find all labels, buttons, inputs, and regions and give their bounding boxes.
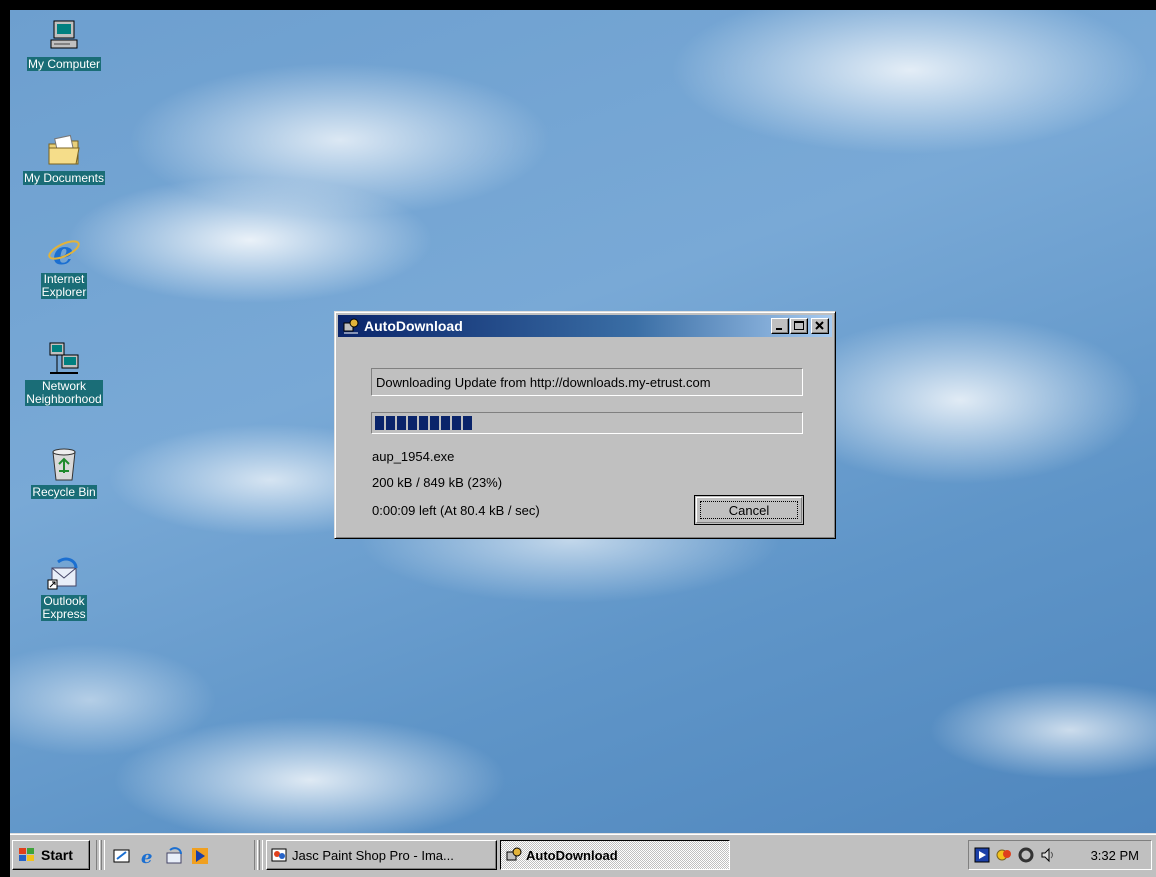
label-line: Neighborhood	[26, 392, 102, 406]
desktop-icon-label: Outlook Express	[41, 594, 87, 621]
autodownload-dialog: AutoDownload Downloading Update from htt…	[334, 311, 836, 539]
desktop-icon-my-computer[interactable]: My Computer	[10, 18, 118, 71]
progress-block	[452, 416, 461, 430]
tray-app-icon[interactable]	[973, 846, 991, 864]
tray-network-icon[interactable]	[995, 846, 1013, 864]
taskbar-separator	[259, 840, 263, 870]
task-label: Jasc Paint Shop Pro - Ima...	[292, 847, 454, 863]
dialog-title: AutoDownload	[364, 318, 463, 334]
desktop-icon-my-documents[interactable]: My Documents	[10, 132, 118, 185]
taskbar-task-paint-shop-pro[interactable]: Jasc Paint Shop Pro - Ima...	[266, 840, 497, 870]
autodownload-app-icon	[343, 318, 359, 334]
maximize-icon	[794, 321, 804, 330]
desktop-icon-network-neighborhood[interactable]: Network Neighborhood	[10, 341, 118, 406]
download-time-left: 0:00:09 left (At 80.4 kB / sec)	[372, 503, 540, 518]
desktop-icon-recycle-bin[interactable]: Recycle Bin	[10, 446, 118, 499]
minimize-icon	[776, 328, 782, 330]
label-line: Outlook	[43, 594, 85, 608]
tray-sync-icon[interactable]	[1017, 846, 1035, 864]
task-label: AutoDownload	[526, 847, 618, 863]
start-button[interactable]: Start	[12, 840, 90, 870]
autodownload-app-icon	[506, 847, 522, 861]
download-filename: aup_1954.exe	[372, 449, 455, 464]
minimize-button[interactable]	[771, 318, 789, 334]
label-line: Explorer	[41, 285, 87, 299]
progress-block	[441, 416, 450, 430]
progress-block	[419, 416, 428, 430]
label-line: Express	[42, 607, 86, 621]
progress-block	[463, 416, 472, 430]
close-icon	[815, 321, 824, 330]
system-tray: 3:32 PM	[968, 840, 1152, 870]
my-computer-icon	[50, 20, 78, 49]
windows-logo-icon	[19, 848, 34, 861]
system-clock: 3:32 PM	[1090, 847, 1139, 863]
media-player-icon[interactable]	[190, 846, 210, 866]
dialog-title-bar[interactable]: AutoDownload	[338, 315, 832, 337]
internet-explorer-icon[interactable]: e	[138, 846, 158, 866]
desktop-icon-label: My Computer	[26, 57, 102, 71]
desktop-icon-outlook-express[interactable]: Outlook Express	[10, 556, 118, 621]
maximize-button[interactable]	[790, 318, 808, 334]
progress-fill	[375, 416, 799, 430]
taskbar-task-autodownload[interactable]: AutoDownload	[500, 840, 730, 870]
desktop-icon-label: My Documents	[22, 171, 106, 185]
network-neighborhood-icon	[49, 342, 79, 374]
taskbar-separator	[101, 840, 105, 870]
progress-block	[430, 416, 439, 430]
desktop-icon-label: Recycle Bin	[31, 485, 97, 499]
my-documents-icon	[48, 134, 80, 165]
progress-block	[408, 416, 417, 430]
volume-icon[interactable]	[1039, 846, 1057, 864]
internet-explorer-icon: e	[48, 234, 80, 270]
outlook-express-icon[interactable]	[164, 846, 184, 866]
download-progress-bar	[371, 412, 803, 434]
desktop-icon-internet-explorer[interactable]: e Internet Explorer	[10, 234, 118, 299]
download-size-progress: 200 kB / 849 kB (23%)	[372, 475, 503, 490]
svg-text:e: e	[141, 847, 152, 866]
taskbar-separator	[96, 840, 100, 870]
taskbar: Start e Jasc Paint Shop Pro - Ima... Aut…	[10, 833, 1156, 877]
download-status-field: Downloading Update from http://downloads…	[371, 368, 803, 396]
label-line: Network	[41, 379, 86, 393]
svg-text:e: e	[53, 234, 73, 270]
progress-block	[386, 416, 395, 430]
close-button[interactable]	[811, 318, 829, 334]
window-controls	[770, 318, 829, 334]
desktop-icon-label: Internet Explorer	[40, 272, 88, 299]
outlook-express-icon	[47, 557, 78, 590]
paint-shop-pro-icon	[271, 848, 287, 862]
label-line: Internet	[43, 272, 85, 286]
start-label: Start	[41, 847, 73, 863]
taskbar-separator	[254, 840, 258, 870]
show-desktop-icon[interactable]	[112, 846, 132, 866]
cancel-label: Cancel	[728, 502, 770, 518]
desktop-icon-label: Network Neighborhood	[25, 379, 103, 406]
progress-block	[375, 416, 384, 430]
recycle-bin-icon	[52, 448, 76, 481]
cancel-button[interactable]: Cancel	[694, 495, 804, 525]
progress-block	[397, 416, 406, 430]
